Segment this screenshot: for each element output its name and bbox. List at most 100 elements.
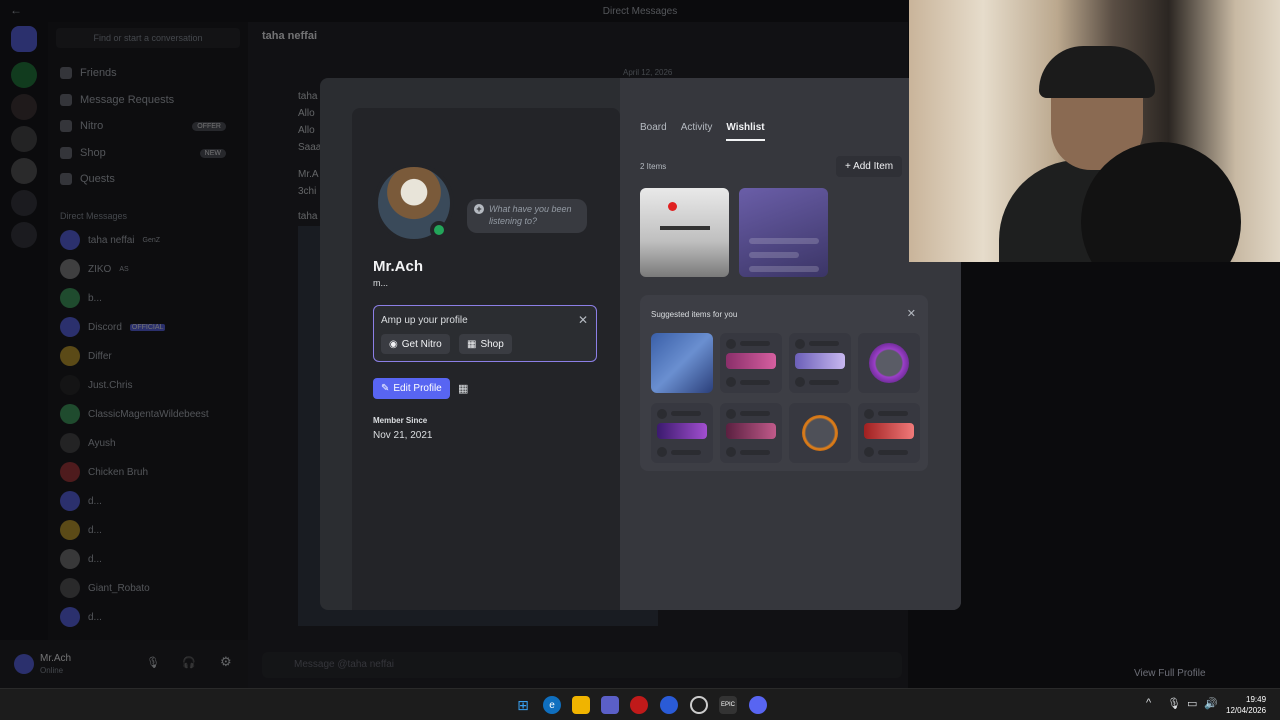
display-name: Mr.Ach xyxy=(373,258,424,275)
dm-item[interactable]: Chicken Bruh xyxy=(60,461,148,483)
close-icon[interactable]: ✕ xyxy=(907,307,916,320)
network-icon[interactable]: ▭ xyxy=(1187,697,1197,710)
status-bubble[interactable]: + What have you been listening to? xyxy=(467,199,587,233)
placeholder-line xyxy=(671,411,701,416)
mic-icon[interactable]: 🎙 xyxy=(1167,697,1181,710)
shop-button[interactable]: ▦ Shop xyxy=(459,334,512,354)
dm-item[interactable]: d... xyxy=(60,606,102,628)
app-icon[interactable] xyxy=(660,696,678,714)
profile-tabs: Board Activity Wishlist xyxy=(640,122,765,141)
tab-board[interactable]: Board xyxy=(640,122,667,141)
message: taha Allo Allo Saaa xyxy=(298,88,321,156)
suggested-item[interactable] xyxy=(720,333,782,393)
explore-icon[interactable] xyxy=(11,222,37,248)
new-badge: NEW xyxy=(199,148,226,158)
app-icon[interactable] xyxy=(690,696,708,714)
message-text: Saaa xyxy=(298,142,322,153)
item-swatch xyxy=(726,353,776,369)
file-explorer-icon[interactable] xyxy=(572,696,590,714)
edit-profile-button[interactable]: ✎ Edit Profile xyxy=(373,378,450,399)
dm-item[interactable]: d... xyxy=(60,490,102,512)
chevron-up-icon[interactable]: ^ xyxy=(1146,697,1151,709)
sun-shape xyxy=(668,202,677,211)
dm-name: b... xyxy=(88,292,102,304)
dm-sidebar: Find or start a conversation Friends Mes… xyxy=(48,22,248,662)
close-icon[interactable]: ✕ xyxy=(578,313,588,327)
item-swatch xyxy=(864,423,914,439)
server-icon[interactable] xyxy=(11,158,37,184)
suggested-item[interactable] xyxy=(858,333,920,393)
dm-item[interactable]: b... xyxy=(60,287,102,309)
server-icon[interactable] xyxy=(11,62,37,88)
shop-icon[interactable]: ▦ xyxy=(458,382,468,395)
wishlist-item[interactable] xyxy=(739,188,828,277)
discord-icon[interactable] xyxy=(749,696,767,714)
cap-shape xyxy=(1039,46,1155,98)
avatar[interactable] xyxy=(14,654,34,674)
tab-wishlist[interactable]: Wishlist xyxy=(726,122,765,141)
dm-item[interactable]: ZIKO AS xyxy=(60,258,129,280)
suggested-item[interactable] xyxy=(651,403,713,463)
app-icon[interactable] xyxy=(630,696,648,714)
gear-icon[interactable]: ⚙ xyxy=(220,654,232,670)
dm-item[interactable]: Just.Chris xyxy=(60,374,132,396)
edge-icon[interactable]: e xyxy=(543,696,561,714)
nav-friends[interactable]: Friends xyxy=(60,67,117,79)
back-arrow-icon[interactable]: ← xyxy=(10,3,22,17)
quests-icon xyxy=(60,173,72,185)
placeholder-dot xyxy=(795,339,805,349)
avatar xyxy=(60,520,80,540)
nav-quests[interactable]: Quests xyxy=(60,173,115,185)
headphones-icon[interactable]: 🎧 xyxy=(182,656,196,669)
placeholder-line xyxy=(740,411,770,416)
windows-start-icon[interactable]: ⊞ xyxy=(514,696,532,714)
wishlist-item[interactable] xyxy=(640,188,729,277)
placeholder-line xyxy=(749,266,819,272)
dm-item[interactable]: Differ xyxy=(60,345,112,367)
clock[interactable]: 19:49 12/04/2026 xyxy=(1226,694,1266,716)
item-swatch xyxy=(657,423,707,439)
dm-item[interactable]: d... xyxy=(60,519,102,541)
dm-item[interactable]: taha neffai GenZ xyxy=(60,229,160,251)
nav-message-requests[interactable]: Message Requests xyxy=(60,94,174,106)
button-label: Add Item xyxy=(853,161,894,172)
dm-item[interactable]: d... xyxy=(60,548,102,570)
volume-icon[interactable]: 🔊 xyxy=(1204,697,1218,710)
tab-activity[interactable]: Activity xyxy=(681,122,713,141)
online-status-icon xyxy=(430,221,448,239)
dm-item[interactable]: ClassicMagentaWildebeest xyxy=(60,403,209,425)
dm-item[interactable]: Giant_Robato xyxy=(60,577,150,599)
time: 19:49 xyxy=(1246,695,1267,704)
get-nitro-button[interactable]: ◉ Get Nitro xyxy=(381,334,450,354)
avatar xyxy=(60,462,80,482)
suggested-item[interactable] xyxy=(720,403,782,463)
view-full-profile-link[interactable]: View Full Profile xyxy=(1134,668,1206,679)
nav-shop[interactable]: Shop NEW xyxy=(60,147,240,159)
search-input[interactable]: Find or start a conversation xyxy=(56,28,240,48)
dm-name: d... xyxy=(88,611,102,623)
suggested-item[interactable] xyxy=(651,333,713,393)
profile-modal: + What have you been listening to? Mr.Ac… xyxy=(320,78,961,610)
nav-nitro[interactable]: Nitro OFFER xyxy=(60,120,240,132)
official-badge: OFFICIAL xyxy=(129,323,166,331)
suggested-item[interactable] xyxy=(789,403,851,463)
add-server-icon[interactable] xyxy=(11,190,37,216)
mic-icon[interactable]: 🎙 xyxy=(146,656,160,669)
server-icon[interactable] xyxy=(11,126,37,152)
member-since-date: Nov 21, 2021 xyxy=(373,430,433,441)
suggested-item[interactable] xyxy=(858,403,920,463)
server-icon[interactable] xyxy=(11,94,37,120)
teams-icon[interactable] xyxy=(601,696,619,714)
placeholder-dot xyxy=(726,447,736,457)
epic-games-icon[interactable]: EPIC xyxy=(719,696,737,714)
amp-title: Amp up your profile xyxy=(381,315,468,326)
home-server-icon[interactable] xyxy=(11,26,37,52)
dm-item[interactable]: Discord OFFICIAL xyxy=(60,316,166,338)
nav-label: Message Requests xyxy=(80,94,175,106)
dm-item[interactable]: Ayush xyxy=(60,432,116,454)
add-item-button[interactable]: + Add Item xyxy=(836,156,903,177)
message-input[interactable]: Message @taha neffai xyxy=(262,652,902,678)
placeholder-dot xyxy=(726,377,736,387)
taskbar: ⊞ e EPIC ^ 🎙 ▭ 🔊 19:49 12/04/2026 xyxy=(0,688,1280,720)
suggested-item[interactable] xyxy=(789,333,851,393)
